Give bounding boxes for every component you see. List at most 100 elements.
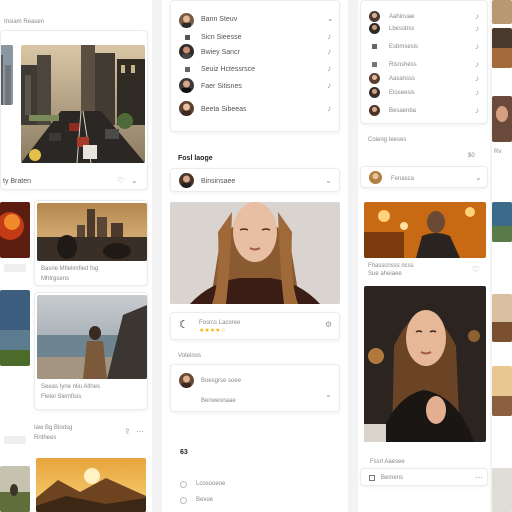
left-card-city: ty Braten ♡ ⌄ bbox=[0, 30, 148, 190]
bell-icon[interactable]: ♪ bbox=[327, 82, 331, 90]
chevron-down-icon[interactable]: ⌄ bbox=[325, 391, 332, 399]
caption3-sub: Rnthees bbox=[34, 435, 57, 441]
list-row[interactable]: Bwiey Sancr ♪ bbox=[171, 43, 339, 61]
bell-icon[interactable]: ♪ bbox=[475, 107, 479, 115]
caption3: Iaw Bg Bindsg bbox=[34, 425, 73, 431]
left-column: Insiam Reasen ty Braten ♡ ⌄ Basrie Mtlel… bbox=[0, 0, 152, 512]
chevron-down-icon[interactable]: ⌄ bbox=[325, 177, 332, 185]
more-icon[interactable]: ⋯ bbox=[475, 474, 483, 482]
more-icon[interactable]: ⌄ bbox=[131, 177, 138, 185]
avatar bbox=[369, 105, 380, 116]
sliver-photo bbox=[492, 0, 512, 24]
bell-icon[interactable]: ♪ bbox=[327, 33, 331, 41]
settings-icon[interactable]: ⚙ bbox=[325, 321, 332, 329]
list-name: Eloseesis bbox=[389, 90, 415, 96]
avatar bbox=[369, 87, 380, 98]
avatar bbox=[179, 173, 194, 188]
ocean-caption-sub: Fletel Slemfisis bbox=[41, 394, 82, 400]
sliver-photo bbox=[492, 366, 512, 416]
bell-icon[interactable]: ♪ bbox=[475, 13, 479, 21]
right-profile-row[interactable]: Fenasca ⌄ bbox=[360, 166, 488, 188]
rating-stars: ★★★★☆ bbox=[199, 328, 226, 334]
right-footer-title: Fssrl Aaesee bbox=[370, 459, 405, 465]
right-footer-row[interactable]: Bemens ⋯ bbox=[360, 468, 488, 486]
circle-icon bbox=[180, 497, 187, 504]
skyline-caption: Basrie Mtlelimfied fog bbox=[41, 266, 99, 272]
count-badge: 63 bbox=[180, 449, 188, 456]
right-list-card: Aahinuae ♪ Lbessbss ♪ Esbmsesis ♪ Risnsh… bbox=[360, 0, 488, 124]
list-name: Beeta Sibeeas bbox=[201, 106, 247, 113]
mountain-sunset-photo[interactable] bbox=[36, 458, 146, 512]
list-row[interactable]: Beeta Sibeeas ♪ bbox=[171, 101, 339, 119]
woman-ocean-photo[interactable] bbox=[37, 295, 147, 379]
middle-column: Bann Steuv ⌄ Sicn Sieesse ♪ Bwiey Sancr … bbox=[162, 0, 348, 512]
bell-icon[interactable]: ♪ bbox=[327, 105, 331, 113]
avatar bbox=[179, 373, 194, 388]
bell-icon[interactable]: ♪ bbox=[475, 89, 479, 97]
avatar bbox=[179, 78, 194, 93]
right-count: $0 bbox=[468, 153, 475, 159]
heart-icon[interactable]: ♡ bbox=[117, 177, 124, 185]
share-icon[interactable]: ⇪ bbox=[124, 428, 131, 436]
right-column: Aahinuae ♪ Lbessbss ♪ Esbmsesis ♪ Risnsh… bbox=[358, 0, 490, 512]
comment-name: Boesgrse soee bbox=[201, 378, 242, 384]
footer-item-label: Bevoe bbox=[196, 497, 214, 503]
list-row[interactable]: Aasansss ♪ bbox=[361, 73, 487, 87]
list-row[interactable]: Bann Steuv ⌄ bbox=[171, 11, 339, 29]
list-row[interactable]: Esbmsesis ♪ bbox=[361, 41, 487, 55]
list-name: Faer Sitisnes bbox=[201, 83, 242, 90]
list-row[interactable]: Risnshess ♪ bbox=[361, 59, 487, 73]
profile-row-card[interactable]: Binsinsaee ⌄ bbox=[170, 168, 340, 192]
sliver-photo bbox=[492, 468, 512, 512]
far-right-column: Rv bbox=[492, 0, 512, 512]
list-row[interactable]: Eloseesis ♪ bbox=[361, 87, 487, 101]
left-chip-2 bbox=[4, 436, 26, 444]
left-edge-photo-fire bbox=[0, 202, 30, 258]
woman-portrait-photo-2[interactable] bbox=[364, 286, 486, 442]
list-row[interactable]: Besaenba ♪ bbox=[361, 105, 487, 119]
avatar bbox=[369, 23, 380, 34]
section-title: Fosl laoge bbox=[178, 155, 213, 162]
skyline-sunset-photo[interactable] bbox=[37, 203, 147, 261]
city-street-photo[interactable] bbox=[21, 45, 145, 163]
right-section-title: Coieng Ieeses bbox=[368, 137, 407, 143]
profile-name: Fenasca bbox=[391, 176, 415, 182]
bell-icon[interactable]: ♪ bbox=[327, 48, 331, 56]
list-name: Bwiey Sancr bbox=[201, 49, 240, 56]
bell-icon[interactable]: ♪ bbox=[475, 43, 479, 51]
comment-card: Boesgrse soee Benwesnaae ⌄ bbox=[170, 364, 340, 412]
grid-icon bbox=[369, 475, 375, 481]
footer-item[interactable]: Bevoe bbox=[178, 494, 328, 506]
ocean-caption: Seeas Iyne nliu Alfnes bbox=[41, 384, 101, 390]
left-edge-photo-sea bbox=[0, 290, 30, 366]
right-caption-sub: Sue aheiaee bbox=[368, 271, 402, 277]
bell-icon[interactable]: ♪ bbox=[475, 25, 479, 33]
sliver-photo bbox=[492, 294, 512, 342]
woman-portrait-photo[interactable] bbox=[170, 202, 340, 304]
footer-item-label: Lcosooeoe bbox=[196, 481, 226, 487]
chevron-down-icon[interactable]: ⌄ bbox=[475, 174, 482, 182]
flag-icon bbox=[185, 35, 190, 40]
list-name: Aasansss bbox=[389, 76, 416, 82]
bell-icon[interactable]: ♪ bbox=[475, 75, 479, 83]
right-footer-item: Bemens bbox=[381, 475, 404, 481]
bell-icon[interactable]: ♪ bbox=[327, 65, 331, 73]
moon-icon: ☾ bbox=[179, 319, 189, 331]
bell-icon[interactable]: ♪ bbox=[475, 61, 479, 69]
avatar bbox=[369, 171, 382, 184]
list-name: Aahinuae bbox=[389, 14, 415, 20]
heart-icon[interactable]: ♡ bbox=[472, 266, 479, 274]
left-edge-photo-hiker bbox=[0, 466, 30, 512]
avatar bbox=[179, 101, 194, 116]
left-header: Insiam Reasen bbox=[4, 19, 45, 25]
avatar bbox=[179, 13, 194, 28]
man-cafe-photo[interactable] bbox=[364, 202, 486, 258]
list-name: Bann Steuv bbox=[201, 16, 238, 23]
footer-item[interactable]: Lcosooeoe bbox=[178, 478, 328, 490]
list-row[interactable]: Faer Sitisnes ♪ bbox=[171, 77, 339, 95]
profile-name: Binsinsaee bbox=[201, 178, 236, 185]
side-photo bbox=[1, 45, 13, 105]
chevron-down-icon[interactable]: ⌄ bbox=[327, 15, 334, 23]
more-icon-2[interactable]: ⋯ bbox=[136, 428, 144, 436]
list-row[interactable]: Lbessbss ♪ bbox=[361, 23, 487, 37]
